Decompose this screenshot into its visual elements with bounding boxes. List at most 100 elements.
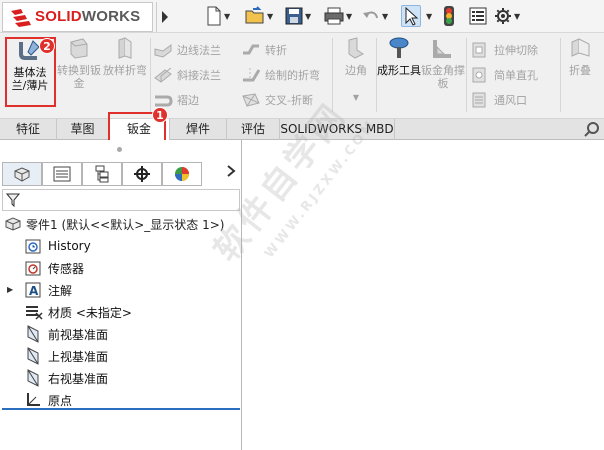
sketched-bend-label: 绘制的折弯 — [265, 69, 320, 82]
logo-wordmark: SOLIDWORKS — [35, 8, 140, 25]
origin-icon — [27, 393, 40, 406]
feature-manager-icon — [14, 167, 30, 182]
tree-item-annotations[interactable]: A 注解 — [24, 279, 72, 301]
miter-flange-icon — [154, 67, 172, 83]
new-document-button[interactable]: ▼ — [206, 5, 230, 27]
caret-down-icon: ▼ — [514, 11, 521, 21]
fold-label: 折叠 — [569, 64, 591, 77]
caret-down-icon: ▼ — [426, 11, 433, 21]
jog-icon — [243, 44, 259, 55]
menu-expand-arrow[interactable] — [156, 2, 172, 32]
tree-item-label: 材质 <未指定> — [48, 305, 132, 320]
tree-item-label: 传感器 — [48, 261, 85, 276]
chevron-right-icon — [162, 11, 168, 23]
convert-to-sheet-metal-label: 转换到钣金 — [57, 64, 101, 90]
edge-flange-icon — [154, 44, 172, 58]
chevron-right-icon — [227, 165, 236, 177]
part-name-label: 零件1 (默认<<默认>_显示状态 1>) — [26, 217, 225, 232]
undo-button[interactable]: ▼ — [362, 5, 388, 27]
property-manager-icon — [53, 166, 71, 182]
tree-item-material[interactable]: 材质 <未指定> — [24, 301, 132, 323]
lofted-bend-icon — [118, 37, 132, 59]
print-button[interactable]: ▼ — [324, 5, 352, 27]
select-button[interactable] — [401, 5, 421, 27]
sketched-bend-button[interactable]: 绘制的折弯 — [241, 65, 320, 85]
more-tabs-button[interactable] — [226, 164, 236, 182]
fold-icon — [571, 38, 590, 57]
tree-item-right-plane[interactable]: 右视基准面 — [24, 367, 108, 389]
tree-root-part[interactable]: 零件1 (默认<<默认>_显示状态 1>) — [4, 214, 224, 234]
sketched-bend-icon — [243, 68, 261, 82]
tab-dimxpert-manager[interactable] — [122, 162, 162, 186]
annotations-icon: A — [25, 282, 41, 298]
tree-item-label: 注解 — [48, 283, 73, 298]
extruded-cut-button[interactable]: 拉伸切除 — [470, 40, 538, 60]
ribbon-separator — [466, 38, 467, 112]
tree-item-sensors[interactable]: 传感器 — [24, 257, 84, 279]
commandmanager-ribbon: 基体法兰/薄片 2 转换到钣金 放样折弯 边线法兰 斜接法兰 褶边 转折 绘制的… — [0, 33, 604, 119]
undo-icon — [363, 11, 378, 19]
tree-item-front-plane[interactable]: 前视基准面 — [24, 323, 108, 345]
history-icon — [25, 239, 41, 254]
tree-item-label: 上视基准面 — [48, 349, 109, 364]
lofted-bend-button[interactable]: 放样折弯 — [103, 36, 147, 77]
gusset-icon — [433, 40, 451, 58]
tab-configuration-manager[interactable] — [82, 162, 122, 186]
search-commands-button[interactable] — [584, 121, 600, 140]
manager-tabs — [2, 162, 242, 186]
save-button[interactable]: ▼ — [285, 5, 311, 27]
open-button[interactable]: ▼ — [245, 5, 273, 27]
ds-logo-icon — [11, 9, 31, 27]
jog-button[interactable]: 转折 — [241, 40, 287, 60]
caret-down-icon: ▼ — [224, 11, 231, 21]
caret-down-icon: ▼ — [382, 11, 389, 21]
rollback-bar[interactable] — [2, 408, 240, 410]
material-icon — [26, 306, 43, 320]
open-folder-icon — [245, 6, 264, 24]
simple-hole-button[interactable]: 简单直孔 — [470, 65, 538, 85]
print-icon — [324, 7, 344, 25]
file-properties-button[interactable] — [469, 5, 487, 27]
title-toolbar: SOLIDWORKS ▼ ▼ ▼ ▼ ▼ ▼ ▼ — [0, 0, 604, 33]
simple-hole-label: 简单直孔 — [494, 69, 538, 82]
tree-item-label: History — [48, 239, 91, 253]
tree-item-label: 原点 — [48, 393, 73, 408]
hem-label: 褶边 — [177, 94, 199, 107]
vent-button[interactable]: 通风口 — [470, 90, 527, 110]
tab-property-manager[interactable] — [42, 162, 82, 186]
select-dropdown[interactable]: ▼ — [424, 5, 432, 27]
tab-feature-manager[interactable] — [2, 162, 42, 186]
svg-text:A: A — [29, 284, 39, 298]
expand-arrow-icon[interactable]: ▶ — [7, 285, 13, 294]
solidworks-logo[interactable]: SOLIDWORKS — [2, 2, 153, 32]
tree-item-label: 右视基准面 — [48, 371, 109, 386]
tree-filter-bar[interactable] — [2, 189, 240, 211]
panel-splitter-handle[interactable] — [117, 147, 122, 152]
display-manager-icon — [175, 167, 189, 181]
tab-features[interactable]: 特征 — [0, 119, 57, 140]
file-properties-icon — [469, 7, 487, 25]
edge-flange-button[interactable]: 边线法兰 — [153, 40, 221, 60]
tab-display-manager[interactable] — [162, 162, 202, 186]
extruded-cut-icon — [472, 42, 486, 58]
tab-weldments[interactable]: 焊件 — [170, 119, 227, 140]
fold-button[interactable]: 折叠 — [561, 36, 599, 77]
sensor-icon — [25, 261, 41, 276]
miter-flange-button[interactable]: 斜接法兰 — [153, 65, 221, 85]
rebuild-button[interactable] — [443, 5, 455, 27]
gusset-button[interactable]: 钣金角撑板 — [421, 36, 465, 90]
tab-evaluate[interactable]: 评估 — [227, 119, 280, 140]
lofted-bend-label: 放样折弯 — [103, 64, 147, 77]
tree-item-label: 前视基准面 — [48, 327, 109, 342]
plane-icon — [27, 369, 39, 387]
tree-item-history[interactable]: History — [24, 235, 91, 257]
step-badge-2: 2 — [39, 38, 55, 54]
caret-down-icon: ▼ — [305, 11, 312, 21]
tree-item-top-plane[interactable]: 上视基准面 — [24, 345, 108, 367]
tab-sketch[interactable]: 草图 — [57, 119, 109, 140]
edge-flange-label: 边线法兰 — [177, 44, 221, 57]
plane-icon — [27, 347, 39, 365]
convert-to-sheet-metal-button[interactable]: 转换到钣金 — [57, 36, 101, 90]
simple-hole-icon — [472, 67, 486, 83]
options-button[interactable]: ▼ — [494, 5, 520, 27]
